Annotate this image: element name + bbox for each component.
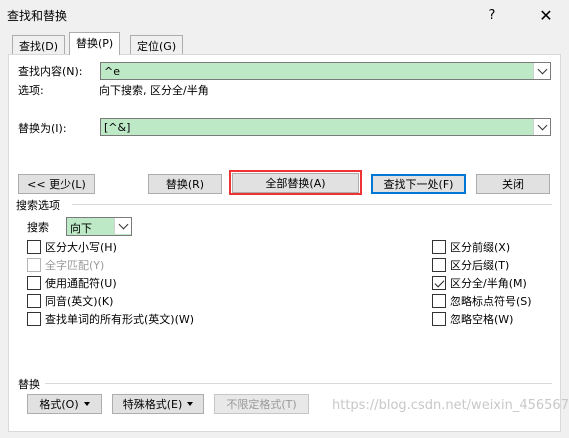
checkbox-label: 全字匹配(Y): [45, 259, 105, 272]
replace-with-combo[interactable]: [^&]: [100, 118, 551, 136]
dropdown-arrow-icon: [187, 402, 194, 406]
checkbox-label: 区分大小写(H): [45, 241, 117, 254]
checkbox-label: 查找单词的所有形式(英文)(W): [45, 313, 195, 326]
checkbox-box[interactable]: [27, 294, 41, 308]
replace-with-value: [^&]: [104, 121, 131, 134]
checkbox-box[interactable]: [432, 312, 446, 326]
checkbox-box[interactable]: [432, 240, 446, 254]
wildcards-checkbox[interactable]: 使用通配符(U): [27, 275, 117, 291]
replace-section-divider: [45, 383, 552, 384]
search-direction-select[interactable]: 向下: [66, 217, 132, 236]
special-format-button[interactable]: 特殊格式(E): [112, 394, 204, 414]
find-next-button[interactable]: 查找下一处(F): [371, 174, 466, 194]
options-label: 选项:: [18, 84, 44, 97]
watermark-text: https://blog.csdn.net/weixin_45656790: [332, 398, 569, 413]
checkbox-box[interactable]: [27, 312, 41, 326]
tab-find[interactable]: 查找(D): [12, 35, 66, 54]
close-icon: ✕: [539, 5, 553, 25]
format-button-label: 格式(O): [39, 398, 79, 411]
replace-button[interactable]: 替换(R): [148, 174, 222, 194]
tab-goto[interactable]: 定位(G): [130, 35, 184, 54]
dropdown-arrow-icon: [83, 402, 90, 406]
chevron-down-icon: [537, 120, 547, 130]
less-button[interactable]: << 更少(L): [18, 174, 95, 194]
title-bar: 查找和替换 ? ✕: [0, 0, 569, 30]
match-width-checkbox[interactable]: 区分全/半角(M): [432, 275, 527, 291]
check-icon: [434, 277, 444, 287]
find-what-combo[interactable]: ^e: [100, 62, 551, 80]
find-what-value: ^e: [104, 65, 120, 78]
checkbox-label: 使用通配符(U): [45, 277, 117, 290]
no-formatting-button[interactable]: 不限定格式(T): [214, 394, 309, 414]
help-icon: ?: [488, 7, 496, 23]
close-window-button[interactable]: ✕: [524, 0, 568, 30]
checkbox-box[interactable]: [432, 276, 446, 290]
chevron-down-icon: [118, 219, 128, 229]
search-options-divider: [72, 204, 552, 205]
checkbox-label: 区分全/半角(M): [450, 277, 527, 290]
match-prefix-checkbox[interactable]: 区分前缀(X): [432, 239, 510, 255]
match-case-checkbox[interactable]: 区分大小写(H): [27, 239, 117, 255]
direction-dropdown-button[interactable]: [114, 218, 131, 234]
find-what-label: 查找内容(N):: [18, 65, 83, 78]
checkbox-box[interactable]: [432, 294, 446, 308]
checkbox-box[interactable]: [432, 258, 446, 272]
ignore-spaces-checkbox[interactable]: 忽略空格(W): [432, 311, 513, 327]
match-suffix-checkbox[interactable]: 区分后缀(T): [432, 257, 509, 273]
red-highlight-box: [229, 170, 362, 195]
checkbox-label: 忽略标点符号(S): [450, 295, 532, 308]
tab-replace[interactable]: 替换(P): [69, 32, 121, 55]
replace-section-label: 替换: [18, 378, 40, 391]
options-value: 向下搜索, 区分全/半角: [99, 84, 209, 97]
ignore-punctuation-checkbox[interactable]: 忽略标点符号(S): [432, 293, 532, 309]
special-format-button-label: 特殊格式(E): [122, 398, 183, 411]
replace-dropdown-button[interactable]: [533, 119, 550, 135]
close-button[interactable]: 关闭: [476, 174, 550, 194]
checkbox-box[interactable]: [27, 258, 41, 272]
search-direction-value: 向下: [70, 222, 92, 235]
checkbox-label: 区分前缀(X): [450, 241, 511, 254]
find-dropdown-button[interactable]: [533, 63, 550, 79]
help-button[interactable]: ?: [470, 0, 514, 30]
checkbox-box[interactable]: [27, 276, 41, 290]
whole-word-checkbox[interactable]: 全字匹配(Y): [27, 257, 104, 273]
format-button[interactable]: 格式(O): [27, 394, 102, 414]
search-direction-label: 搜索: [27, 221, 49, 234]
checkbox-box[interactable]: [27, 240, 41, 254]
checkbox-label: 区分后缀(T): [450, 259, 510, 272]
checkbox-label: 同音(英文)(K): [45, 295, 114, 308]
replace-with-label: 替换为(I):: [18, 122, 67, 135]
search-options-label: 搜索选项: [16, 199, 60, 212]
dialog-title: 查找和替换: [7, 9, 68, 23]
chevron-down-icon: [537, 64, 547, 74]
sounds-like-checkbox[interactable]: 同音(英文)(K): [27, 293, 113, 309]
all-word-forms-checkbox[interactable]: 查找单词的所有形式(英文)(W): [27, 311, 194, 327]
find-replace-dialog: 查找和替换 ? ✕ 查找(D) 替换(P) 定位(G) 查找内容(N): ^e …: [0, 0, 569, 438]
checkbox-label: 忽略空格(W): [450, 313, 514, 326]
